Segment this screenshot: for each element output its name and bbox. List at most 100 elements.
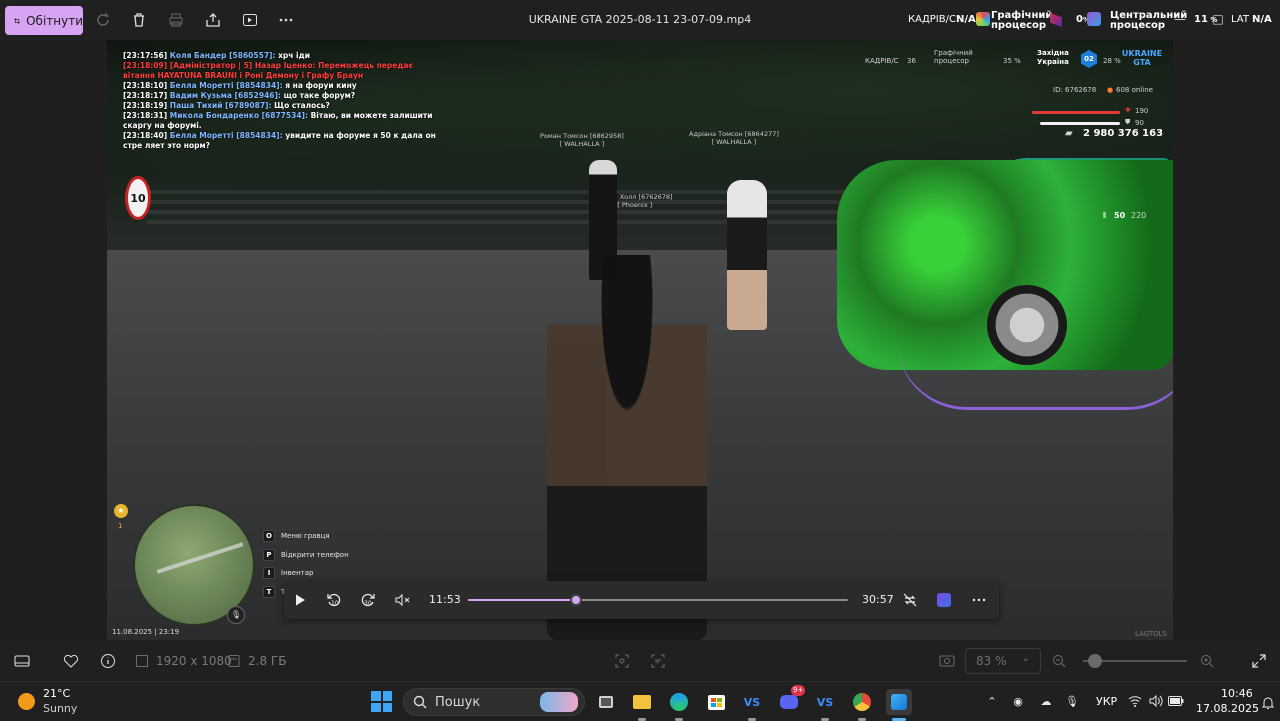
- file-explorer-icon[interactable]: [629, 689, 655, 721]
- steam-tray-icon[interactable]: ◉: [1009, 692, 1027, 710]
- game-date-stamp: 11.08.2025 | 23:19: [112, 628, 180, 636]
- rewind-10-icon[interactable]: 10: [324, 590, 344, 610]
- chat-timestamp: [23:18:31]: [123, 111, 168, 120]
- crop-icon: [14, 17, 21, 24]
- zoom-dropdown[interactable]: 83 % ⌄: [965, 648, 1041, 674]
- chat-message: хрч іди: [278, 51, 310, 60]
- chat-timestamp: [23:18:10]: [123, 81, 168, 90]
- microphone-tray-icon[interactable]: 🎙: [1063, 692, 1081, 710]
- wanted-star-icon: ★: [114, 504, 128, 518]
- zoom-slider-thumb[interactable]: [1088, 654, 1102, 668]
- battery-icon[interactable]: [1167, 692, 1185, 710]
- visual-studio-2-icon[interactable]: VS: [812, 689, 838, 721]
- money-icon: ▰: [1065, 128, 1073, 139]
- video-editor-icon[interactable]: [240, 10, 260, 30]
- chat-message: я на форуи кину: [285, 81, 357, 90]
- text-scan-icon[interactable]: [649, 652, 667, 670]
- seek-bar[interactable]: [468, 594, 848, 606]
- chevron-up-icon[interactable]: ⌃: [983, 692, 1001, 710]
- language-indicator[interactable]: УКР: [1096, 695, 1117, 708]
- chat-author: Белла Моретті [8854834]:: [169, 81, 283, 90]
- fullscreen-icon[interactable]: [1250, 652, 1268, 670]
- photos-app-icon[interactable]: [886, 689, 912, 721]
- chat-author: [Адміністратор | 5]: [169, 61, 253, 70]
- play-icon[interactable]: [290, 590, 310, 610]
- key-hint-t: TТ: [263, 586, 285, 598]
- game-chat: [23:17:56] Коля Бандер [5860557]: хрч ід…: [123, 51, 443, 151]
- start-button[interactable]: [371, 691, 392, 712]
- crop-label: Обітнути: [26, 13, 83, 28]
- weather-temperature[interactable]: 21°C: [43, 687, 70, 700]
- online-count: 608 online: [1116, 86, 1153, 94]
- chrome-icon[interactable]: [849, 689, 875, 721]
- dimensions-icon: [133, 652, 151, 670]
- taskbar-search[interactable]: Пошук: [403, 688, 585, 716]
- notifications-icon[interactable]: [1259, 694, 1277, 712]
- gpu-icon: [976, 12, 990, 26]
- volume-icon[interactable]: [1147, 692, 1165, 710]
- maximize-icon[interactable]: □: [1210, 12, 1226, 28]
- hud-fps-label: КАДРІВ/С: [865, 57, 899, 65]
- chat-author: Вадим Кузьма [6852946]:: [169, 91, 281, 100]
- snapshot-icon[interactable]: [938, 652, 956, 670]
- info-bar: 1920 x 1080 2.8 ГБ 83 % ⌄: [0, 640, 1280, 681]
- total-time: 30:57: [862, 593, 894, 606]
- rotate-icon[interactable]: [93, 10, 113, 30]
- money-value: 2 980 376 163: [1083, 128, 1164, 139]
- delete-icon[interactable]: [129, 10, 149, 30]
- lat-label: LAT: [1231, 14, 1249, 25]
- npc-character: [727, 180, 767, 330]
- chat-timestamp: [23:18:40]: [123, 131, 168, 140]
- current-time: 11:53: [429, 593, 461, 606]
- repeat-off-icon[interactable]: [900, 590, 920, 610]
- chat-author: Белла Моретті [8854834]:: [169, 131, 283, 140]
- forward-30-icon[interactable]: 30: [358, 590, 378, 610]
- zoom-out-icon[interactable]: [1050, 652, 1068, 670]
- chat-message: що таке форум?: [283, 91, 356, 100]
- gpu-label-2: процесор: [991, 20, 1047, 31]
- clock-time[interactable]: 10:46: [1221, 687, 1253, 700]
- more-playback-options-icon[interactable]: [969, 590, 989, 610]
- speed-limit-sign: 10: [125, 176, 151, 220]
- key-description: Меню гравця: [281, 532, 330, 540]
- chat-message: Назар Іценко: Переможець передає вітання…: [123, 61, 413, 80]
- filmstrip-icon[interactable]: [13, 652, 31, 670]
- minimize-icon[interactable]: —: [1172, 12, 1188, 28]
- chat-timestamp: [23:18:17]: [123, 91, 168, 100]
- minimap-road: [156, 542, 244, 574]
- ammo-total: 220: [1131, 211, 1147, 220]
- visual-search-icon[interactable]: [613, 652, 631, 670]
- ammo-clip: 50: [1114, 211, 1126, 220]
- zoom-value: 83 %: [976, 654, 1007, 668]
- print-icon[interactable]: [166, 10, 186, 30]
- chat-timestamp: [23:18:19]: [123, 101, 168, 110]
- network-tray-icon[interactable]: ☁: [1037, 692, 1055, 710]
- task-view-icon[interactable]: [593, 689, 619, 715]
- info-icon[interactable]: [99, 652, 117, 670]
- weather-description[interactable]: Sunny: [43, 702, 77, 715]
- share-icon[interactable]: [203, 10, 223, 30]
- sun-icon[interactable]: [18, 693, 35, 710]
- more-options-icon[interactable]: [276, 10, 296, 30]
- fps-label: КАДРІВ/С: [908, 14, 956, 25]
- chat-line: [23:18:10] Белла Моретті [8854834]: я на…: [123, 81, 443, 91]
- clock-date[interactable]: 17.08.2025: [1196, 702, 1259, 715]
- video-frame[interactable]: [23:17:56] Коля Бандер [5860557]: хрч ід…: [107, 40, 1173, 640]
- zoom-in-icon[interactable]: [1198, 652, 1216, 670]
- svg-text:30: 30: [364, 600, 372, 607]
- chat-message: Що сталось?: [274, 101, 330, 110]
- visual-studio-icon[interactable]: VS: [739, 689, 765, 721]
- key-description: Відкрити телефон: [281, 551, 349, 559]
- microsoft-store-icon[interactable]: [703, 689, 729, 715]
- wifi-icon[interactable]: [1126, 692, 1144, 710]
- windows-taskbar: 21°C Sunny Пошук VS 9+ VS ⌃ ◉ ☁ 🎙 УКР 10…: [0, 681, 1280, 721]
- windows-logo-icon: [371, 691, 381, 701]
- crop-button[interactable]: Обітнути: [5, 6, 83, 35]
- favorite-icon[interactable]: [62, 652, 80, 670]
- file-title: UKRAINE GTA 2025-08-11 23-07-09.mp4: [528, 13, 752, 26]
- clipchamp-icon[interactable]: [934, 590, 954, 610]
- edge-icon[interactable]: [666, 689, 692, 721]
- seek-thumb[interactable]: [569, 594, 582, 606]
- mute-icon[interactable]: [392, 590, 412, 610]
- chat-author: Коля Бандер [5860557]:: [169, 51, 276, 60]
